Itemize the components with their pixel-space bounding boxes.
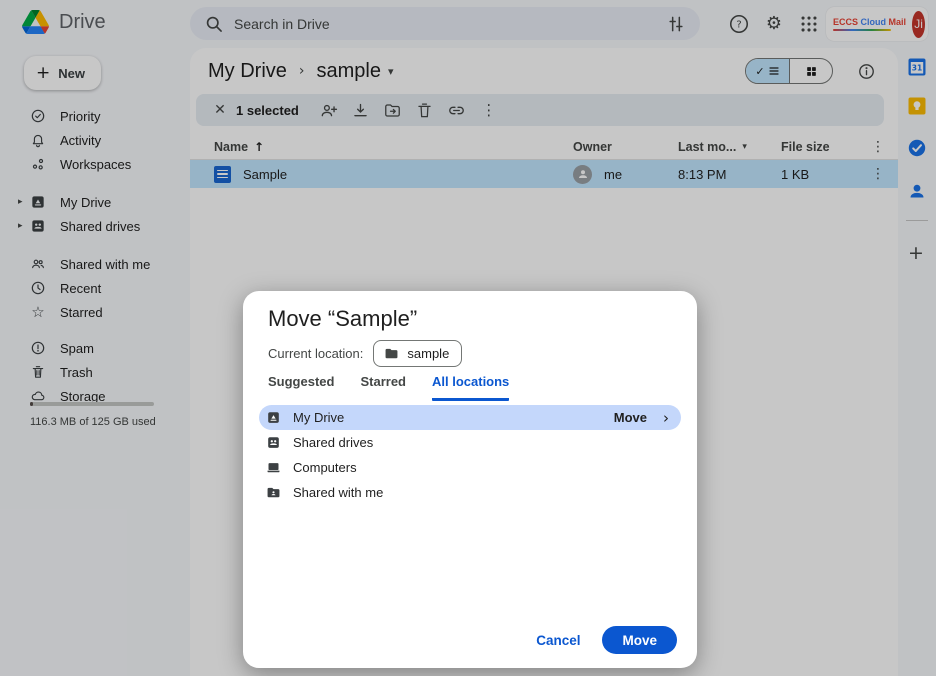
shared-drives-icon	[266, 435, 281, 450]
my-drive-icon	[266, 410, 281, 425]
tab-starred[interactable]: Starred	[360, 374, 406, 401]
folder-icon	[384, 346, 399, 361]
computer-icon	[266, 460, 281, 475]
cancel-button[interactable]: Cancel	[524, 627, 592, 654]
location-item-computers[interactable]: Computers	[259, 455, 681, 480]
dialog-tabs: Suggested Starred All locations	[268, 374, 509, 401]
move-here-link[interactable]: Move	[614, 410, 647, 425]
move-dialog: Move “Sample” Current location: sample S…	[243, 291, 697, 668]
open-folder-chevron-icon[interactable]: ›	[663, 409, 669, 427]
drive-app: Drive ? ⚙ ECCS Cloud	[0, 0, 936, 676]
shared-folder-icon	[266, 485, 281, 500]
move-button[interactable]: Move	[602, 626, 677, 654]
dialog-footer: Cancel Move	[524, 626, 677, 654]
current-location-chip[interactable]: sample	[373, 340, 462, 367]
location-label: Shared drives	[293, 435, 373, 450]
location-item-shared-with-me[interactable]: Shared with me	[259, 480, 681, 505]
dialog-title: Move “Sample”	[268, 306, 417, 332]
current-location-label: Current location:	[268, 346, 363, 361]
current-location-row: Current location: sample	[268, 340, 462, 367]
location-label: Computers	[293, 460, 357, 475]
location-item-my-drive[interactable]: My Drive Move ›	[259, 405, 681, 430]
tab-all-locations[interactable]: All locations	[432, 374, 509, 401]
tab-suggested[interactable]: Suggested	[268, 374, 334, 401]
location-item-shared-drives[interactable]: Shared drives	[259, 430, 681, 455]
location-label: My Drive	[293, 410, 344, 425]
location-list: My Drive Move › Shared drives Computers	[259, 405, 681, 505]
location-label: Shared with me	[293, 485, 383, 500]
current-location-name: sample	[407, 346, 449, 361]
